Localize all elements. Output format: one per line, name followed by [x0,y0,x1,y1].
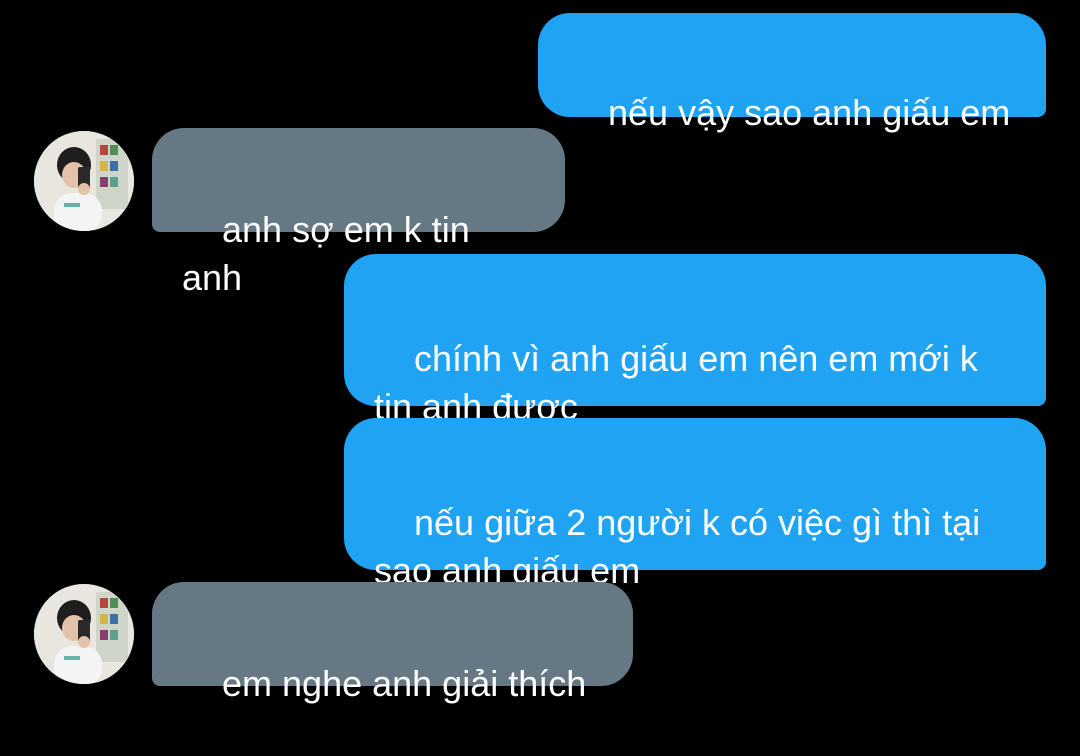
message-bubble-sent[interactable]: nếu giữa 2 người k có việc gì thì tại sa… [344,418,1046,591]
message-text: nếu vậy sao anh giấu em [608,92,1011,133]
avatar-photo-icon [34,584,134,684]
contact-avatar[interactable] [34,584,134,684]
message-bubble-received[interactable]: em nghe anh giải thích [152,582,633,704]
chat-thread: nếu vậy sao anh giấu em anh sợ em k tin … [0,0,1080,704]
message-text: em nghe anh giải thích [222,663,587,704]
message-text: chính vì anh giấu em nên em mới k tin an… [374,338,978,427]
avatar-photo-icon [34,131,134,231]
contact-avatar[interactable] [34,131,134,231]
message-text: nếu giữa 2 người k có việc gì thì tại sa… [374,502,981,591]
message-bubble-sent[interactable]: chính vì anh giấu em nên em mới k tin an… [344,254,1046,427]
message-bubble-sent[interactable]: nếu vậy sao anh giấu em [538,13,1046,133]
message-bubble-received[interactable]: anh sợ em k tin anh [152,128,565,298]
